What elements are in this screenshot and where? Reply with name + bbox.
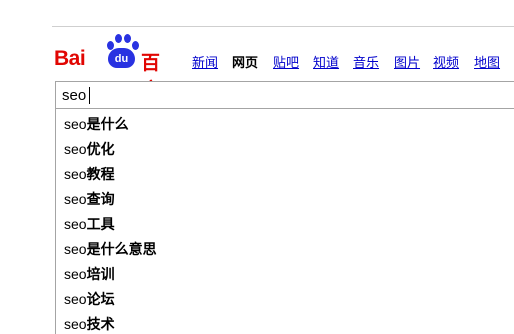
nav-item-news[interactable]: 新闻 <box>192 52 218 71</box>
suggestion-completion: 是什么意思 <box>86 242 157 258</box>
suggestion-completion: 查询 <box>86 192 115 208</box>
paw-icon: du <box>104 34 140 70</box>
text-caret <box>89 87 90 104</box>
suggestion-item[interactable]: seo是什么 <box>64 114 129 134</box>
suggestion-item[interactable]: seo是什么意思 <box>64 239 157 259</box>
suggestion-item[interactable]: seo工具 <box>64 214 115 234</box>
suggestion-query: seo <box>64 241 87 257</box>
search-box <box>55 81 514 109</box>
suggestion-completion: 是什么 <box>86 117 129 133</box>
nav-item-map[interactable]: 地图 <box>474 52 500 71</box>
suggestion-query: seo <box>64 291 87 307</box>
nav-item-music[interactable]: 音乐 <box>353 52 379 71</box>
nav-item-video[interactable]: 视频 <box>433 52 459 71</box>
suggestion-query: seo <box>64 216 87 232</box>
suggestion-item[interactable]: seo查询 <box>64 189 115 209</box>
nav-item-images[interactable]: 图片 <box>394 52 420 71</box>
top-divider <box>52 26 514 27</box>
suggestion-completion: 教程 <box>86 167 115 183</box>
suggestion-completion: 技术 <box>86 317 115 333</box>
suggestion-dropdown: seo是什么 seo优化 seo教程 seo查询 seo工具 seo是什么意思 … <box>55 109 514 334</box>
suggestion-query: seo <box>64 191 87 207</box>
baidu-logo[interactable]: Bai du 百度 <box>54 34 176 101</box>
suggestion-query: seo <box>64 266 87 282</box>
nav-item-web[interactable]: 网页 <box>232 52 258 71</box>
suggestion-completion: 优化 <box>86 142 115 158</box>
suggestion-completion: 培训 <box>86 267 115 283</box>
suggestion-item[interactable]: seo论坛 <box>64 289 115 309</box>
suggestion-item[interactable]: seo教程 <box>64 164 115 184</box>
nav-item-zhidao[interactable]: 知道 <box>313 52 339 71</box>
nav-item-tieba[interactable]: 贴吧 <box>273 52 299 71</box>
suggestion-item[interactable]: seo培训 <box>64 264 115 284</box>
search-input[interactable] <box>56 82 514 108</box>
suggestion-query: seo <box>64 116 87 132</box>
suggestion-completion: 工具 <box>86 217 115 233</box>
paw-text: du <box>108 48 135 68</box>
suggestion-item[interactable]: seo技术 <box>64 314 115 334</box>
suggestion-query: seo <box>64 316 87 332</box>
suggestion-query: seo <box>64 166 87 182</box>
suggestion-query: seo <box>64 141 87 157</box>
logo-latin-text: Bai <box>54 47 86 70</box>
suggestion-item[interactable]: seo优化 <box>64 139 115 159</box>
suggestion-completion: 论坛 <box>86 292 115 308</box>
